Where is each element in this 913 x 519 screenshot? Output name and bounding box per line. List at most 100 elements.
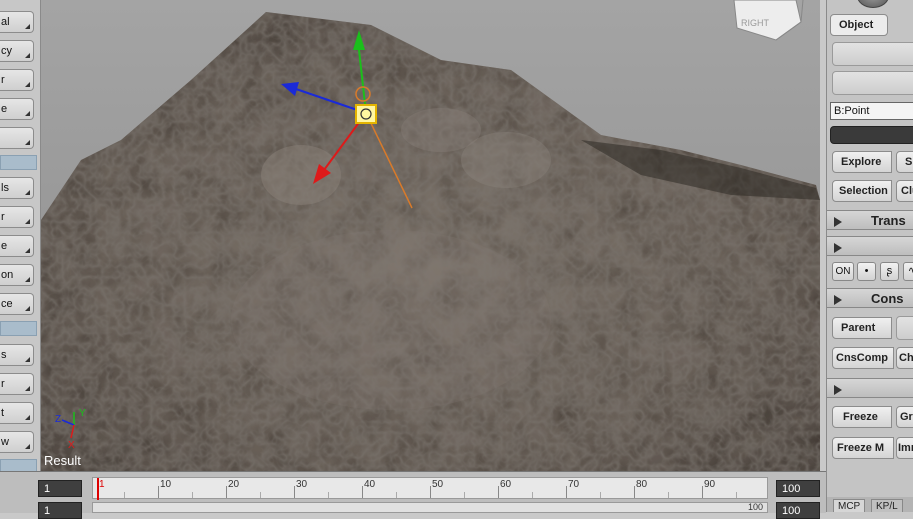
expand-arrow-icon	[834, 295, 842, 305]
blank-button[interactable]	[896, 316, 913, 340]
parent-button[interactable]: Parent	[832, 317, 892, 339]
view-cube-label: RIGHT	[741, 18, 770, 28]
blank-button[interactable]	[832, 42, 913, 66]
left-tool-button-6[interactable]: ls	[0, 177, 34, 199]
z-axis-indicator-icon: Z	[55, 414, 61, 425]
collapsed-section-header[interactable]	[827, 378, 913, 398]
surface-snap-icon[interactable]: ∿	[903, 262, 913, 281]
range-slider[interactable]: 100	[92, 502, 768, 513]
tick-mark	[396, 492, 397, 498]
freeze-button[interactable]: Freeze	[832, 406, 892, 428]
tick-label: 1	[99, 479, 105, 490]
tick-mark	[736, 492, 737, 498]
dropdown-corner-icon	[25, 386, 30, 391]
left-tool-button-8[interactable]: e	[0, 235, 34, 257]
left-section-divider	[0, 321, 37, 336]
tick-label: 20	[228, 479, 240, 490]
rock-bump	[231, 230, 551, 410]
left-tool-button-2[interactable]: cy	[0, 40, 34, 62]
tick-mark	[124, 492, 125, 498]
tick-mark	[668, 492, 669, 498]
tick-mark	[226, 486, 227, 498]
left-tool-label: t	[1, 407, 5, 419]
dark-input-field[interactable]	[830, 126, 913, 144]
dropdown-corner-icon	[25, 306, 30, 311]
left-tool-label: r	[1, 378, 5, 390]
selection-button[interactable]: Selection	[832, 180, 892, 202]
tick-label: 80	[636, 479, 648, 490]
left-tool-label: al	[1, 16, 10, 28]
left-tool-button-12[interactable]: r	[0, 373, 34, 395]
constrain-header-label: Cons	[871, 291, 904, 306]
left-tool-button-14[interactable]: w	[0, 431, 34, 453]
left-tool-button-7[interactable]: r	[0, 206, 34, 228]
tick-mark	[634, 486, 635, 498]
end-frame-field[interactable]: 100	[776, 480, 820, 497]
chl-button[interactable]: Chl	[896, 347, 913, 369]
explore-button[interactable]: Explore	[832, 151, 892, 173]
selection-knob-icon[interactable]	[857, 0, 889, 8]
left-tool-button-11[interactable]: s	[0, 344, 34, 366]
dropdown-corner-icon	[25, 357, 30, 362]
gr-button[interactable]: Gr	[896, 406, 913, 428]
imm-button[interactable]: Imm	[896, 437, 913, 459]
cnscomp-button[interactable]: CnsComp	[832, 347, 894, 369]
range-end-field[interactable]: 100	[776, 502, 820, 519]
selection-name-field[interactable]: B:Point	[830, 102, 913, 120]
left-tool-button-5[interactable]	[0, 127, 34, 149]
dropdown-corner-icon	[25, 53, 30, 58]
tick-mark	[600, 492, 601, 498]
left-tool-button-9[interactable]: on	[0, 264, 34, 286]
tab-kp[interactable]: KP/L	[871, 499, 903, 512]
current-frame-field[interactable]: 1	[38, 502, 82, 519]
tick-mark	[328, 492, 329, 498]
viewport-scene: RIGHT Y Z X	[41, 0, 820, 471]
timeline-ruler[interactable]: 1 10 20 30 40 50 60 70 80 90	[92, 477, 768, 500]
left-tool-button-3[interactable]: r	[0, 69, 34, 91]
left-tool-label: s	[1, 349, 7, 361]
expand-arrow-icon	[834, 243, 842, 253]
tick-mark	[532, 492, 533, 498]
left-tool-button-4[interactable]: e	[0, 98, 34, 120]
rock-bump	[261, 145, 341, 205]
left-tool-button-10[interactable]: ce	[0, 293, 34, 315]
clu-button[interactable]: Clu	[896, 180, 913, 202]
curve-snap-icon[interactable]: ʂ	[880, 262, 899, 281]
tick-label: 50	[432, 479, 444, 490]
collapsed-section-header[interactable]	[827, 236, 913, 256]
s-button[interactable]: S	[896, 151, 913, 173]
x-axis-indicator-icon: X	[68, 440, 75, 451]
left-tool-label: ce	[1, 298, 13, 310]
dropdown-corner-icon	[25, 219, 30, 224]
object-button[interactable]: Object	[830, 14, 888, 36]
panel-tab-bar: MCP KP/L	[827, 497, 913, 512]
tab-mcp[interactable]: MCP	[833, 499, 866, 512]
3d-viewport[interactable]: RIGHT Y Z X Result	[41, 0, 820, 471]
tick-mark	[464, 492, 465, 498]
transform-section-header[interactable]: Trans	[827, 210, 913, 230]
tick-mark	[566, 486, 567, 498]
freeze-m-button[interactable]: Freeze M	[832, 437, 894, 459]
point-snap-icon[interactable]: •	[857, 262, 876, 281]
constrain-section-header[interactable]: Cons	[827, 288, 913, 308]
transform-header-label: Trans	[871, 213, 906, 228]
left-tool-label: r	[1, 211, 5, 223]
viewport-result-label: Result	[44, 453, 81, 468]
left-tool-label: on	[1, 269, 14, 281]
tick-mark	[158, 486, 159, 498]
left-tool-button-13[interactable]: t	[0, 402, 34, 424]
left-tool-button-1[interactable]: al	[0, 11, 34, 33]
left-tool-label: r	[1, 74, 5, 86]
dropdown-corner-icon	[25, 140, 30, 145]
on-toggle-button[interactable]: ON	[832, 262, 854, 281]
tick-mark	[498, 486, 499, 498]
center-handle-icon[interactable]	[355, 104, 377, 124]
start-frame-field[interactable]: 1	[38, 480, 82, 497]
tick-mark	[294, 486, 295, 498]
tick-label: 60	[500, 479, 512, 490]
timeline: 1 1 1 10 20 30 40 50 60 70 80 90 100 100…	[0, 471, 826, 519]
tick-label: 70	[568, 479, 580, 490]
dropdown-corner-icon	[25, 190, 30, 195]
tick-label: 10	[160, 479, 172, 490]
blank-button[interactable]	[832, 71, 913, 95]
